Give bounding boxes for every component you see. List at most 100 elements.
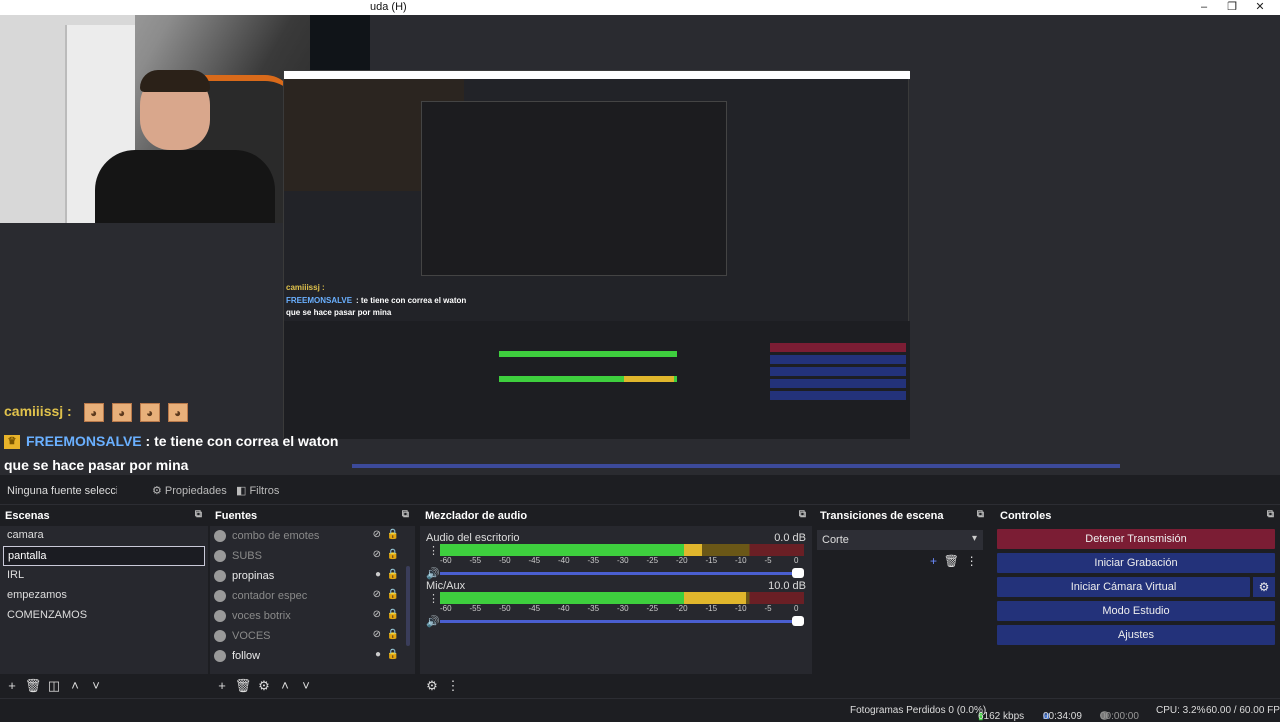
eye-icon[interactable]: ● xyxy=(375,649,381,660)
no-source-label: Ninguna fuente seleccionada xyxy=(7,485,117,497)
filter-icon: ◧ xyxy=(236,485,250,497)
source-item[interactable]: follow ● 🔒 xyxy=(210,646,403,666)
filters-button[interactable]: ◧ Filtros xyxy=(232,482,283,500)
gear-icon: ⚙ xyxy=(152,485,165,497)
lock-icon[interactable]: 🔒 xyxy=(387,569,399,580)
channel-name: Mic/Aux xyxy=(426,580,466,592)
trash-icon[interactable]: 🗑 xyxy=(944,554,959,568)
close-button[interactable]: ✕ xyxy=(1249,0,1271,15)
start-virtual-camera-button[interactable]: Iniciar Cámara Virtual xyxy=(997,577,1250,597)
lock-icon[interactable]: 🔒 xyxy=(387,529,399,540)
add-icon[interactable]: + xyxy=(930,554,937,568)
undock-icon[interactable]: ⧉ xyxy=(799,509,806,520)
fps: 60.00 / 60.00 FPS xyxy=(1206,705,1280,716)
gear-icon[interactable]: ⚙ xyxy=(255,676,273,696)
menu-dots-icon[interactable]: ⋮ xyxy=(428,544,439,557)
chevron-down-icon[interactable]: ˅ xyxy=(297,676,315,696)
status-bar: Fotogramas Perdidos 0 (0.0%) ▮ 6162 kbps… xyxy=(0,698,1280,722)
chat-username-2: FREEMONSALVE xyxy=(26,433,142,449)
mixer-tick-label: -5 xyxy=(764,556,772,565)
source-label: combo de emotes xyxy=(232,530,320,542)
settings-button[interactable]: Ajustes xyxy=(997,625,1275,645)
scene-item[interactable]: IRL xyxy=(3,566,205,586)
filter-icon[interactable]: ◫ xyxy=(45,676,63,696)
mixer-tick-label: -60 xyxy=(440,604,452,613)
maximize-button[interactable]: ❐ xyxy=(1221,0,1243,15)
source-item[interactable]: contador espec ⊘ 🔒 xyxy=(210,586,403,606)
source-label: VOCES xyxy=(232,630,271,642)
source-item[interactable]: voces botrix ⊘ 🔒 xyxy=(210,606,403,626)
eye-off-icon[interactable]: ⊘ xyxy=(373,609,381,620)
mixer-tick-label: -35 xyxy=(587,556,600,565)
source-label: contador espec xyxy=(232,590,308,602)
undock-icon[interactable]: ⧉ xyxy=(1267,509,1274,520)
menu-dots-icon[interactable]: ⋮ xyxy=(444,676,462,696)
volume-slider-knob[interactable] xyxy=(792,568,804,578)
lock-icon[interactable]: 🔒 xyxy=(387,629,399,640)
menu-dots-icon[interactable]: ⋮ xyxy=(966,554,978,568)
scene-item[interactable]: empezamos xyxy=(3,586,205,606)
eye-off-icon[interactable]: ⊘ xyxy=(373,629,381,640)
volume-slider-knob[interactable] xyxy=(792,616,804,626)
mixer-tick-label: -20 xyxy=(676,604,688,613)
chevron-up-icon[interactable]: ˄ xyxy=(276,676,294,696)
eye-off-icon[interactable]: ⊘ xyxy=(373,549,381,560)
virtual-camera-settings-gear-icon[interactable]: ⚙ xyxy=(1253,577,1275,597)
chevron-down-icon[interactable]: ˅ xyxy=(87,676,105,696)
emote-icon: ◕ xyxy=(139,403,160,422)
volume-slider[interactable] xyxy=(440,568,804,578)
source-type-icon xyxy=(214,630,226,642)
minimize-button[interactable]: – xyxy=(1193,0,1215,15)
properties-button[interactable]: ⚙ Propiedades xyxy=(148,482,231,500)
stop-stream-button[interactable]: Detener Transmisión xyxy=(997,529,1275,549)
sources-header: Fuentes ⧉ xyxy=(215,509,409,522)
speaker-icon[interactable]: 🔊 xyxy=(426,567,440,580)
nested-chat-line3: que se hace pasar por mina xyxy=(286,308,392,317)
preview-canvas[interactable]: camiiissj : FREEMONSALVE : te tiene con … xyxy=(0,15,1280,475)
sources-scrollbar[interactable] xyxy=(406,566,410,646)
lock-icon[interactable]: 🔒 xyxy=(387,609,399,620)
trash-icon[interactable]: 🗑 xyxy=(234,676,252,696)
chevron-up-icon[interactable]: ˄ xyxy=(66,676,84,696)
undock-icon[interactable]: ⧉ xyxy=(195,509,202,520)
lock-icon[interactable]: 🔒 xyxy=(387,589,399,600)
advanced-audio-icon[interactable]: ⚙ xyxy=(423,676,441,696)
scene-item[interactable]: camara xyxy=(3,526,205,546)
add-icon[interactable]: + xyxy=(213,676,231,696)
mixer-tick-label: -5 xyxy=(764,604,772,613)
sources-list: combo de emotes ⊘ 🔒 SUBS ⊘ 🔒 propinas ● 🔒 contado… xyxy=(210,526,415,674)
transitions-header: Transiciones de escena ⧉ xyxy=(820,509,984,522)
add-icon[interactable]: + xyxy=(3,676,21,696)
chat-line-3: que se hace pasar por mina xyxy=(4,457,188,473)
channel-db: 0.0 dB xyxy=(774,532,806,544)
source-item[interactable]: VOCES ⊘ 🔒 xyxy=(210,626,403,646)
start-recording-button[interactable]: Iniciar Grabación xyxy=(997,553,1275,573)
speaker-icon[interactable]: 🔊 xyxy=(426,615,440,628)
source-item[interactable]: SUBS ⊘ 🔒 xyxy=(210,546,403,566)
nested-chat-msg2: : te tiene con correa el waton xyxy=(356,296,467,305)
context-bar: Ninguna fuente seleccionada ⚙ Propiedade… xyxy=(0,475,1280,505)
scenes-list: camara pantalla IRL empezamos COMENZAMOS xyxy=(0,526,208,674)
scene-item[interactable]: pantalla xyxy=(3,546,205,566)
studio-mode-button[interactable]: Modo Estudio xyxy=(997,601,1275,621)
undock-icon[interactable]: ⧉ xyxy=(402,509,409,520)
menu-dots-icon[interactable]: ⋮ xyxy=(428,592,439,605)
chat-username-1: camiiissj xyxy=(4,403,64,420)
mixer-tick-label: -25 xyxy=(646,604,659,613)
scenes-dock: Escenas ⧉ camara pantalla IRL empezamos COMEN… xyxy=(0,506,208,696)
mixer-tick-label: -50 xyxy=(499,604,511,613)
undock-icon[interactable]: ⧉ xyxy=(977,509,984,520)
lock-icon[interactable]: 🔒 xyxy=(387,549,399,560)
trash-icon[interactable]: 🗑 xyxy=(24,676,42,696)
source-item[interactable]: combo de emotes ⊘ 🔒 xyxy=(210,526,403,546)
lock-icon[interactable]: 🔒 xyxy=(387,649,399,660)
eye-icon[interactable]: ● xyxy=(375,569,381,580)
volume-meter xyxy=(440,592,804,604)
transition-select[interactable]: Corte ▾ xyxy=(817,530,983,550)
mixer-tick-label: -30 xyxy=(617,604,629,613)
eye-off-icon[interactable]: ⊘ xyxy=(373,529,381,540)
eye-off-icon[interactable]: ⊘ xyxy=(373,589,381,600)
scene-item[interactable]: COMENZAMOS xyxy=(3,606,205,626)
volume-slider[interactable] xyxy=(440,616,804,626)
source-item[interactable]: propinas ● 🔒 xyxy=(210,566,403,586)
